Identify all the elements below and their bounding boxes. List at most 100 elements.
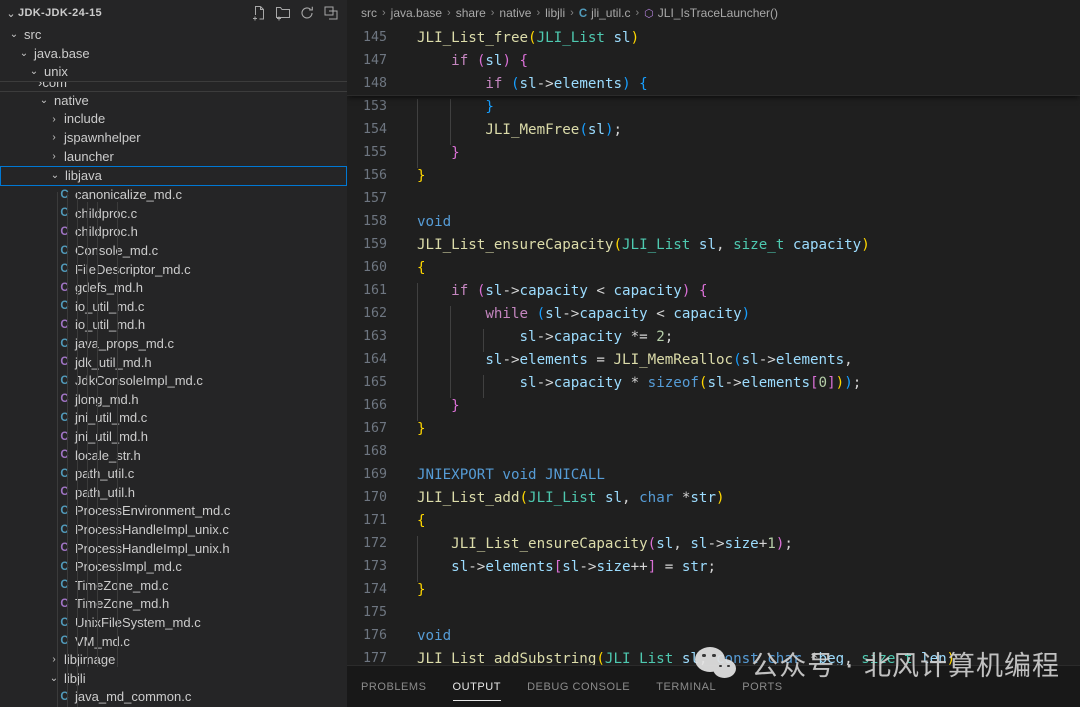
tree-item-file[interactable]: CConsole_md.c bbox=[0, 242, 347, 261]
code-line[interactable]: 172 JLI_List_ensureCapacity(sl, sl->size… bbox=[347, 532, 1080, 559]
breadcrumb-file[interactable]: Cjli_util.c bbox=[579, 6, 631, 20]
tree-item-label: FileDescriptor_md.c bbox=[75, 261, 191, 277]
explorer-root-title[interactable]: JDK-JDK-24-15 bbox=[18, 7, 102, 19]
code-line[interactable]: 170 JLI_List_add(JLI_List sl, char *str) bbox=[347, 486, 1080, 509]
code-line[interactable]: 176 void bbox=[347, 624, 1080, 647]
chevron-right-icon[interactable]: › bbox=[48, 114, 60, 125]
chevron-right-icon[interactable]: › bbox=[48, 151, 60, 162]
code-line[interactable]: 165 sl->capacity * sizeof(sl->elements[0… bbox=[347, 371, 1080, 398]
collapse-all-icon[interactable] bbox=[323, 5, 339, 21]
tree-item-file[interactable]: Cjdk_util_md.h bbox=[0, 354, 347, 373]
refresh-icon[interactable] bbox=[299, 5, 315, 21]
sticky-scroll-header[interactable]: 145 JLI_List_free(JLI_List sl) 147 if (sl)… bbox=[347, 26, 1080, 96]
panel-tab-debug-console[interactable]: DEBUG CONSOLE bbox=[527, 677, 630, 697]
panel-tab-terminal[interactable]: TERMINAL bbox=[656, 677, 716, 697]
breadcrumb-symbol[interactable]: ⬡ JLI_IsTraceLauncher() bbox=[644, 6, 778, 20]
code-line[interactable]: 156} bbox=[347, 164, 1080, 187]
chevron-down-icon[interactable]: ⌄ bbox=[49, 171, 61, 181]
code-line[interactable]: 159 JLI_List_ensureCapacity(JLI_List sl, … bbox=[347, 233, 1080, 256]
code-line[interactable]: 154 JLI_MemFree(sl); bbox=[347, 118, 1080, 145]
panel-tab-problems[interactable]: PROBLEMS bbox=[361, 677, 427, 697]
tree-item-folder[interactable]: ⌄ native bbox=[0, 92, 347, 111]
code-line[interactable]: 161 if (sl->capacity < capacity) { bbox=[347, 279, 1080, 306]
tree-item-file[interactable]: C UnixFileSystem_md.c bbox=[0, 614, 347, 633]
chevron-down-icon[interactable]: ⌄ bbox=[8, 30, 20, 40]
code-line[interactable]: 160 { bbox=[347, 256, 1080, 279]
tree-item-file[interactable]: C FileDescriptor_md.c bbox=[0, 261, 347, 280]
tree-item-file[interactable]: C ProcessEnvironment_md.c bbox=[0, 502, 347, 521]
tree-item-file[interactable]: Cpath_util.c bbox=[0, 465, 347, 484]
tree-item-file[interactable]: Cio_util_md.c bbox=[0, 298, 347, 317]
tree-item-folder[interactable]: ⌄ src bbox=[0, 26, 347, 45]
tree-item-file[interactable]: C ProcessHandleImpl_unix.h bbox=[0, 540, 347, 559]
code-line[interactable]: 164 sl->elements = JLI_MemRealloc(sl->el… bbox=[347, 348, 1080, 375]
breadcrumb[interactable]: src › java.base › share › native › libjli › Cjli_u… bbox=[347, 0, 1080, 26]
code-editor[interactable]: 153 } 154 JLI_MemFree(sl); 155 } 156} 157 158… bbox=[347, 26, 1080, 665]
code-line[interactable]: 175 bbox=[347, 601, 1080, 624]
tree-item-file[interactable]: Cchildproc.c bbox=[0, 205, 347, 224]
code-line[interactable]: 169 JNIEXPORT void JNICALL bbox=[347, 463, 1080, 486]
tree-item-file[interactable]: Cio_util_md.h bbox=[0, 316, 347, 335]
breadcrumb-item[interactable]: native bbox=[499, 6, 531, 20]
chevron-down-icon[interactable]: ⌄ bbox=[48, 674, 60, 684]
code-line[interactable]: 162 while (sl->capacity < capacity) bbox=[347, 302, 1080, 329]
tree-item-file[interactable]: Cgdefs_md.h bbox=[0, 279, 347, 298]
tree-item-file[interactable]: Cjava_md_common.c bbox=[0, 688, 347, 707]
chevron-down-icon[interactable]: ⌄ bbox=[28, 67, 40, 77]
tree-item-folder[interactable]: ⌄ java.base bbox=[0, 45, 347, 64]
tree-item-file[interactable]: Cjava_props_md.c bbox=[0, 335, 347, 354]
tree-item-folder[interactable]: ⌄ libjava bbox=[0, 166, 347, 187]
code-line[interactable]: 155 } bbox=[347, 141, 1080, 168]
tree-item-file[interactable]: Cjni_util_md.h bbox=[0, 428, 347, 447]
explorer-twisty-icon[interactable]: ⌄ bbox=[4, 7, 18, 20]
code-line[interactable]: 173 sl->elements[sl->size++] = str; bbox=[347, 555, 1080, 582]
breadcrumb-item[interactable]: libjli bbox=[545, 6, 565, 20]
file-tree[interactable]: ⌄ src ⌄ java.base ⌄ unix › com ⌄ native › include › j… bbox=[0, 26, 347, 707]
tree-item-folder[interactable]: ⌄ unix bbox=[0, 63, 347, 82]
tree-item-file[interactable]: C VM_md.c bbox=[0, 633, 347, 652]
chevron-down-icon[interactable]: ⌄ bbox=[38, 96, 50, 106]
tree-item-file[interactable]: C ProcessHandleImpl_unix.c bbox=[0, 521, 347, 540]
new-folder-icon[interactable] bbox=[275, 5, 291, 21]
tree-item-file[interactable]: C JdkConsoleImpl_md.c bbox=[0, 372, 347, 391]
code-line[interactable]: 168 bbox=[347, 440, 1080, 463]
tree-item-folder[interactable]: › libjimage bbox=[0, 651, 347, 670]
chevron-right-icon[interactable]: › bbox=[48, 133, 60, 143]
chevron-down-icon[interactable]: ⌄ bbox=[18, 48, 30, 59]
chevron-right-icon[interactable]: › bbox=[48, 655, 60, 665]
tree-item-file[interactable]: Clocale_str.h bbox=[0, 447, 347, 466]
code-line[interactable]: 145 JLI_List_free(JLI_List sl) bbox=[347, 26, 1080, 49]
code-line[interactable]: 157 bbox=[347, 187, 1080, 210]
new-file-icon[interactable] bbox=[251, 5, 267, 21]
tree-item-file[interactable]: C ProcessImpl_md.c bbox=[0, 558, 347, 577]
code-token: JLI_List_free bbox=[417, 29, 529, 46]
breadcrumb-item[interactable]: share bbox=[456, 6, 486, 20]
breadcrumb-item[interactable]: java.base bbox=[391, 6, 442, 20]
code-line[interactable]: 147 if (sl) { bbox=[347, 49, 1080, 72]
code-line[interactable]: 167} bbox=[347, 417, 1080, 440]
tree-item-folder[interactable]: ⌄ libjli bbox=[0, 670, 347, 689]
code-line[interactable]: 153 } bbox=[347, 95, 1080, 122]
tree-item-folder[interactable]: › include bbox=[0, 110, 347, 129]
tree-item-file[interactable]: C TimeZone_md.c bbox=[0, 577, 347, 596]
tree-item-file[interactable]: C TimeZone_md.h bbox=[0, 595, 347, 614]
tree-item-file[interactable]: Cchildproc.h bbox=[0, 223, 347, 242]
code-line[interactable]: 174} bbox=[347, 578, 1080, 601]
code-line[interactable]: 171 { bbox=[347, 509, 1080, 532]
code-line[interactable]: 148 if (sl->elements) { bbox=[347, 72, 1080, 95]
tree-item-file[interactable]: Ccanonicalize_md.c bbox=[0, 186, 347, 205]
code-line[interactable]: 158 void bbox=[347, 210, 1080, 233]
code-line[interactable]: 166 } bbox=[347, 394, 1080, 421]
panel-tab-ports[interactable]: PORTS bbox=[742, 677, 782, 697]
breadcrumb-item[interactable]: src bbox=[361, 6, 377, 20]
tree-item-folder[interactable]: › launcher bbox=[0, 148, 347, 167]
tree-item-file[interactable]: Cjni_util_md.c bbox=[0, 409, 347, 428]
tree-item-file[interactable]: Cpath_util.h bbox=[0, 484, 347, 503]
tree-item-folder[interactable]: › jspawnhelper bbox=[0, 129, 347, 148]
panel-tab-output[interactable]: OUTPUT bbox=[452, 677, 502, 701]
code-line[interactable]: 177 JLI_List_addSubstring(JLI_List sl, co… bbox=[347, 647, 1080, 666]
code-line[interactable]: 163 sl->capacity *= 2; bbox=[347, 325, 1080, 352]
tree-item-file[interactable]: Cjlong_md.h bbox=[0, 391, 347, 410]
